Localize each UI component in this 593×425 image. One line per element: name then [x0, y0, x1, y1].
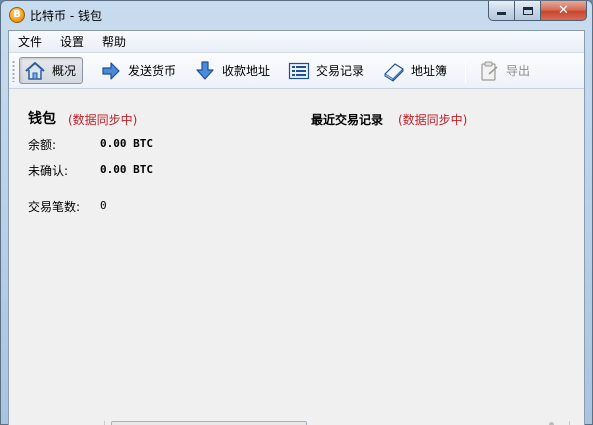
client-area: 文件 设置 帮助 概况 发送货币 收款地址 交易记录 地址簿 导出 钱包 (数据… [8, 30, 585, 425]
balance-value: 0.00 BTC [100, 137, 153, 150]
wallet-sync-status: (数据同步中) [68, 113, 138, 127]
status-bar [9, 421, 584, 425]
recent-transactions-heading: 最近交易记录 [311, 113, 384, 127]
export-button[interactable]: 导出 [474, 57, 536, 84]
close-button[interactable]: ✕ [541, 1, 587, 21]
tx-count-label: 交易笔数: [28, 200, 81, 214]
window-title: 比特币 - 钱包 [30, 9, 102, 23]
toolbar-grip[interactable] [12, 60, 15, 82]
address-book-label: 地址簿 [411, 64, 448, 78]
send-coins-button[interactable]: 发送货币 [96, 57, 182, 84]
menu-help[interactable]: 帮助 [93, 31, 135, 52]
minimize-icon [497, 12, 506, 15]
tx-count-value: 0 [100, 199, 107, 212]
unconfirmed-label: 未确认: [28, 164, 69, 178]
recent-sync-status: (数据同步中) [398, 113, 468, 127]
receive-addresses-button[interactable]: 收款地址 [190, 57, 276, 84]
bitcoin-app-icon: B [9, 7, 25, 23]
receive-addresses-label: 收款地址 [222, 64, 271, 78]
unconfirmed-value: 0.00 BTC [100, 163, 153, 176]
clipboard-icon [478, 60, 500, 82]
menu-settings[interactable]: 设置 [51, 31, 93, 52]
status-divider [104, 421, 105, 425]
transactions-button[interactable]: 交易记录 [284, 57, 370, 84]
title-bar[interactable]: B 比特币 - 钱包 ✕ [1, 1, 592, 30]
overview-button[interactable]: 概况 [19, 57, 84, 84]
transactions-label: 交易记录 [316, 64, 365, 78]
main-window: B 比特币 - 钱包 ✕ 文件 设置 帮助 概况 发送货币 收款地址 交易记录 … [0, 0, 593, 425]
arrow-down-icon [194, 60, 216, 82]
home-icon [24, 60, 46, 82]
export-label: 导出 [506, 64, 531, 78]
send-coins-label: 发送货币 [128, 64, 177, 78]
arrow-right-icon [100, 60, 122, 82]
balance-label: 余额: [28, 138, 57, 152]
caption-buttons: ✕ [488, 1, 587, 21]
close-icon: ✕ [558, 3, 569, 18]
menu-bar: 文件 设置 帮助 [9, 31, 584, 53]
status-divider [569, 421, 570, 425]
address-book-icon [383, 60, 405, 82]
list-icon [288, 60, 310, 82]
menu-file[interactable]: 文件 [9, 31, 51, 52]
overview-label: 概况 [52, 64, 77, 78]
sync-progress-bar [111, 421, 307, 425]
toolbar: 概况 发送货币 收款地址 交易记录 地址簿 导出 [9, 53, 584, 89]
address-book-button[interactable]: 地址簿 [379, 57, 453, 84]
maximize-icon [522, 6, 533, 15]
maximize-button[interactable] [515, 1, 541, 21]
minimize-button[interactable] [488, 1, 515, 21]
overview-page: 钱包 (数据同步中) 余额: 0.00 BTC 未确认: 0.00 BTC 交易… [9, 90, 584, 425]
wallet-heading: 钱包 [28, 111, 56, 127]
toolbar-separator [465, 59, 466, 83]
